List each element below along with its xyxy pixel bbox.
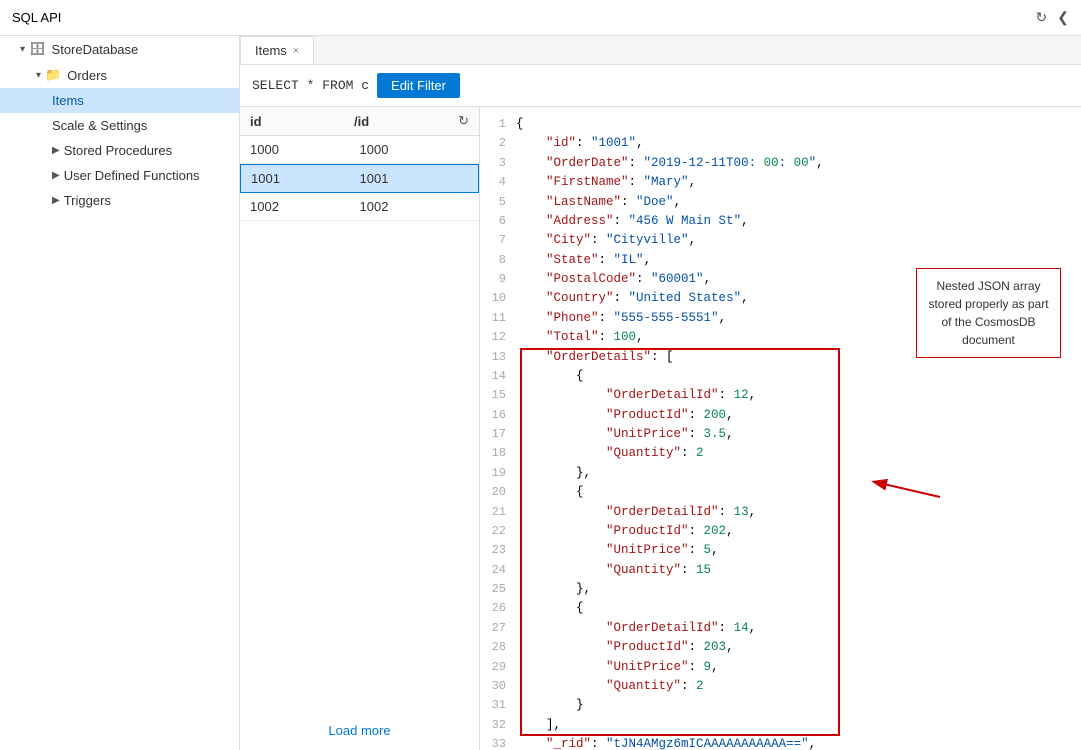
content-area: Items × SELECT * FROM c Edit Filter id /… bbox=[240, 36, 1081, 750]
json-line: 24 "Quantity": 15 bbox=[480, 561, 1081, 580]
chevron-right-icon-udf: ▶ bbox=[52, 170, 60, 181]
load-more-button[interactable]: Load more bbox=[240, 711, 479, 750]
json-line: 21 "OrderDetailId": 13, bbox=[480, 503, 1081, 522]
sidebar-item-label-udf: User Defined Functions bbox=[64, 168, 200, 183]
refresh-table-icon[interactable]: ↻ bbox=[458, 113, 469, 129]
folder-icon: 📁 bbox=[45, 67, 61, 83]
table-col-id: id bbox=[250, 114, 354, 129]
json-line: 17 "UnitPrice": 3.5, bbox=[480, 425, 1081, 444]
table-header: id /id ↻ bbox=[240, 107, 479, 136]
top-bar-icons: ↻ ❮ bbox=[1036, 9, 1069, 26]
json-line: 23 "UnitPrice": 5, bbox=[480, 541, 1081, 560]
json-line: 25 }, bbox=[480, 580, 1081, 599]
sidebar-item-label-triggers: Triggers bbox=[64, 193, 111, 208]
query-text: SELECT * FROM c bbox=[252, 78, 369, 93]
chevron-right-icon-triggers: ▶ bbox=[52, 195, 60, 206]
json-line: 31 } bbox=[480, 696, 1081, 715]
json-line: 16 "ProductId": 200, bbox=[480, 406, 1081, 425]
callout-box: Nested JSON array stored properly as par… bbox=[916, 268, 1061, 358]
json-line: 32 ], bbox=[480, 716, 1081, 735]
chevron-down-icon: ▾ bbox=[20, 44, 25, 55]
table-col-partition: /id bbox=[354, 114, 458, 129]
json-panel: 1{2 "id": "1001",3 "OrderDate": "2019-12… bbox=[480, 107, 1081, 750]
json-line: 22 "ProductId": 202, bbox=[480, 522, 1081, 541]
json-line: 15 "OrderDetailId": 12, bbox=[480, 386, 1081, 405]
json-line: 33 "_rid": "tJN4AMgz6mICAAAAAAAAAAA==", bbox=[480, 735, 1081, 750]
sidebar-item-store-database[interactable]: ▾ 🗄 StoreDatabase bbox=[0, 36, 239, 62]
json-line: 1{ bbox=[480, 115, 1081, 134]
table-row[interactable]: 1001 1001 bbox=[240, 164, 479, 193]
tab-items[interactable]: Items × bbox=[240, 36, 314, 64]
table-row[interactable]: 1000 1000 bbox=[240, 136, 479, 164]
json-line: 6 "Address": "456 W Main St", bbox=[480, 212, 1081, 231]
json-line: 7 "City": "Cityville", bbox=[480, 231, 1081, 250]
json-line: 26 { bbox=[480, 599, 1081, 618]
sidebar-item-label-scale: Scale & Settings bbox=[52, 118, 147, 133]
sidebar-item-stored-procedures[interactable]: ▶ Stored Procedures bbox=[0, 138, 239, 163]
sidebar-item-label-items: Items bbox=[52, 93, 84, 108]
row-partition: 1001 bbox=[360, 171, 469, 186]
database-icon: 🗄 bbox=[29, 41, 46, 57]
main-layout: ▾ 🗄 StoreDatabase ▾ 📁 Orders Items Scale… bbox=[0, 36, 1081, 750]
json-line: 14 { bbox=[480, 367, 1081, 386]
collapse-icon[interactable]: ❮ bbox=[1057, 9, 1069, 26]
tab-bar: Items × bbox=[240, 36, 1081, 65]
table-panel: id /id ↻ 1000 1000 1001 1001 1002 1 bbox=[240, 107, 480, 750]
table-row[interactable]: 1002 1002 bbox=[240, 193, 479, 221]
row-partition: 1000 bbox=[360, 142, 470, 157]
sidebar-item-label: StoreDatabase bbox=[52, 42, 139, 57]
row-id: 1002 bbox=[250, 199, 360, 214]
json-line: 5 "LastName": "Doe", bbox=[480, 193, 1081, 212]
sidebar-item-orders[interactable]: ▾ 📁 Orders bbox=[0, 62, 239, 88]
sidebar-item-items[interactable]: Items bbox=[0, 88, 239, 113]
callout-text: Nested JSON array stored properly as par… bbox=[928, 279, 1048, 347]
top-bar-title: SQL API bbox=[12, 10, 61, 25]
sidebar: ▾ 🗄 StoreDatabase ▾ 📁 Orders Items Scale… bbox=[0, 36, 240, 750]
sidebar-item-label-sp: Stored Procedures bbox=[64, 143, 172, 158]
json-line: 4 "FirstName": "Mary", bbox=[480, 173, 1081, 192]
json-line: 20 { bbox=[480, 483, 1081, 502]
chevron-down-icon-orders: ▾ bbox=[36, 70, 41, 81]
json-line: 19 }, bbox=[480, 464, 1081, 483]
table-body: 1000 1000 1001 1001 1002 1002 bbox=[240, 136, 479, 711]
json-line: 3 "OrderDate": "2019-12-11T00: 00: 00", bbox=[480, 154, 1081, 173]
refresh-icon[interactable]: ↻ bbox=[1036, 9, 1048, 26]
json-lines: 1{2 "id": "1001",3 "OrderDate": "2019-12… bbox=[480, 115, 1081, 750]
json-line: 2 "id": "1001", bbox=[480, 134, 1081, 153]
json-line: 27 "OrderDetailId": 14, bbox=[480, 619, 1081, 638]
top-bar: SQL API ↻ ❮ bbox=[0, 0, 1081, 36]
json-line: 30 "Quantity": 2 bbox=[480, 677, 1081, 696]
row-id: 1001 bbox=[251, 171, 360, 186]
json-line: 29 "UnitPrice": 9, bbox=[480, 658, 1081, 677]
row-id: 1000 bbox=[250, 142, 360, 157]
sidebar-item-label-orders: Orders bbox=[67, 68, 107, 83]
row-partition: 1002 bbox=[360, 199, 470, 214]
edit-filter-button[interactable]: Edit Filter bbox=[377, 73, 460, 98]
chevron-right-icon-sp: ▶ bbox=[52, 145, 60, 156]
sidebar-item-udf[interactable]: ▶ User Defined Functions bbox=[0, 163, 239, 188]
tab-label: Items bbox=[255, 43, 287, 58]
sidebar-item-scale-settings[interactable]: Scale & Settings bbox=[0, 113, 239, 138]
tab-close-icon[interactable]: × bbox=[293, 45, 299, 57]
split-pane: id /id ↻ 1000 1000 1001 1001 1002 1 bbox=[240, 107, 1081, 750]
sidebar-item-triggers[interactable]: ▶ Triggers bbox=[0, 188, 239, 213]
query-bar: SELECT * FROM c Edit Filter bbox=[240, 65, 1081, 107]
json-line: 18 "Quantity": 2 bbox=[480, 444, 1081, 463]
json-line: 28 "ProductId": 203, bbox=[480, 638, 1081, 657]
